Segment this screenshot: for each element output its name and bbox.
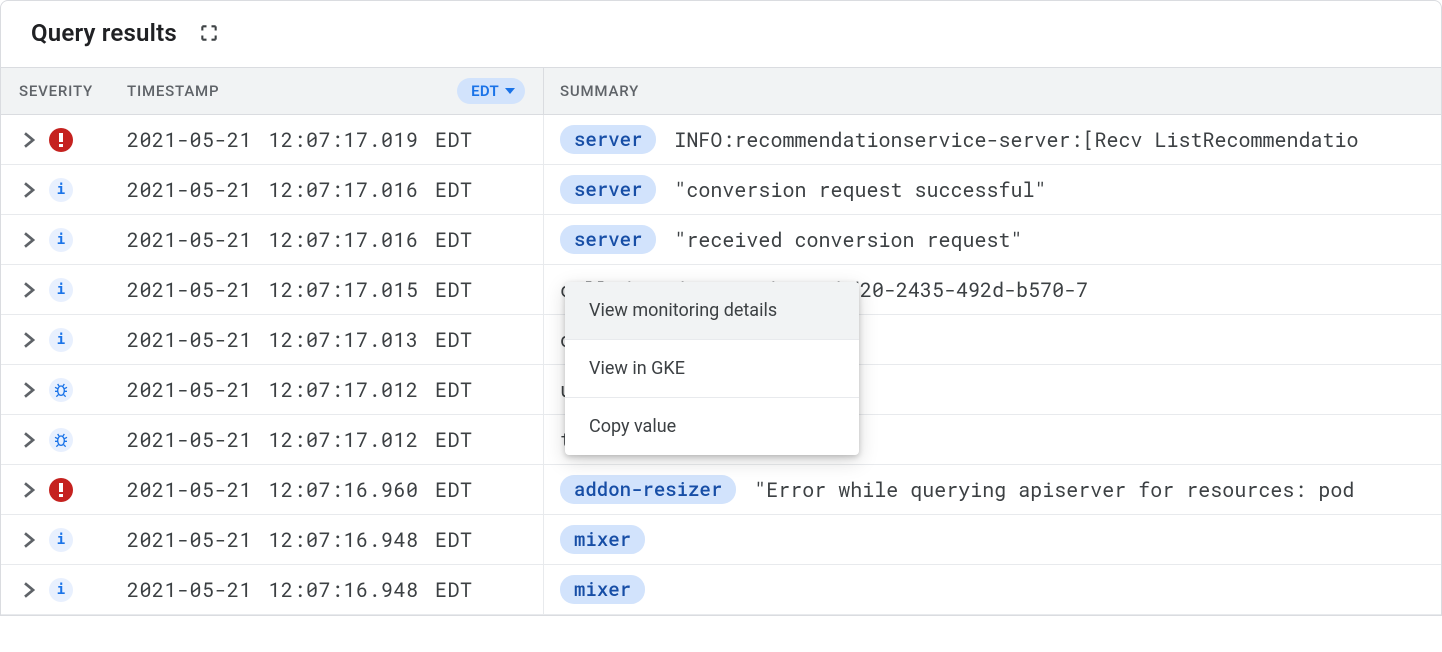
log-row[interactable]: i 2021-05-21 12:07:17.016 EDT server "recei… [1, 215, 1441, 265]
table-header: SEVERITY TIMESTAMP EDT SUMMARY [1, 67, 1441, 115]
expand-row-icon[interactable] [23, 482, 35, 498]
cell-timestamp: 2021-05-21 12:07:17.015 EDT [109, 265, 544, 314]
cell-timestamp: 2021-05-21 12:07:17.016 EDT [109, 215, 544, 264]
severity-debug-icon [49, 428, 73, 452]
menu-item-copy-value[interactable]: Copy value [565, 398, 859, 455]
severity-info-icon: i [49, 178, 73, 202]
col-header-severity[interactable]: SEVERITY [1, 82, 109, 100]
expand-row-icon[interactable] [23, 532, 35, 548]
context-menu: View monitoring details View in GKE Copy… [565, 282, 859, 455]
log-row[interactable]: 2021-05-21 12:07:16.960 EDTaddon-resizer… [1, 465, 1441, 515]
cell-timestamp: 2021-05-21 12:07:16.948 EDT [109, 565, 544, 614]
severity-error-icon [49, 478, 73, 502]
expand-row-icon[interactable] [23, 132, 35, 148]
cell-severity: i [1, 278, 109, 302]
severity-info-icon: i [49, 528, 73, 552]
log-message: INFO:recommendationservice-server:[Recv … [674, 127, 1358, 153]
panel-title: Query results [31, 19, 177, 47]
source-chip[interactable]: server [560, 175, 656, 204]
expand-row-icon[interactable] [23, 382, 35, 398]
chevron-down-icon [505, 88, 515, 94]
cell-severity [1, 478, 109, 502]
severity-info-icon: i [49, 278, 73, 302]
cell-summary: mixer [544, 515, 1441, 564]
panel-header: Query results [1, 1, 1441, 67]
cell-timestamp: 2021-05-21 12:07:16.960 EDT [109, 465, 544, 514]
col-header-summary[interactable]: SUMMARY [544, 68, 1441, 114]
cell-severity [1, 428, 109, 452]
cell-summary: server "received conversion request" [544, 215, 1441, 264]
source-chip[interactable]: server [560, 125, 656, 154]
expand-icon[interactable] [199, 23, 219, 43]
cell-severity: i [1, 578, 109, 602]
severity-debug-icon [49, 378, 73, 402]
cell-timestamp: 2021-05-21 12:07:17.016 EDT [109, 165, 544, 214]
menu-item-view-gke[interactable]: View in GKE [565, 340, 859, 398]
expand-row-icon[interactable] [23, 232, 35, 248]
cell-summary: server INFO:recommendationservice-server:… [544, 115, 1441, 164]
log-message: "conversion request successful" [674, 177, 1046, 203]
severity-error-icon [49, 128, 73, 152]
cell-summary: mixer [544, 565, 1441, 614]
timezone-chip[interactable]: EDT [457, 78, 525, 104]
source-chip[interactable]: addon-resizer [560, 475, 736, 504]
cell-severity [1, 128, 109, 152]
log-message: "Error while querying apiserver for reso… [754, 477, 1354, 503]
cell-severity [1, 378, 109, 402]
log-message: "received conversion request" [674, 227, 1022, 253]
severity-info-icon: i [49, 228, 73, 252]
cell-severity: i [1, 178, 109, 202]
cell-timestamp: 2021-05-21 12:07:17.012 EDT [109, 365, 544, 414]
cell-timestamp: 2021-05-21 12:07:17.013 EDT [109, 315, 544, 364]
col-header-timestamp: TIMESTAMP EDT [109, 68, 544, 114]
cell-summary: server "conversion request successful" [544, 165, 1441, 214]
cell-severity: i [1, 528, 109, 552]
timezone-label: EDT [471, 82, 499, 100]
severity-info-icon: i [49, 578, 73, 602]
cell-summary: addon-resizer "Error while querying apise… [544, 465, 1441, 514]
expand-row-icon[interactable] [23, 332, 35, 348]
cell-timestamp: 2021-05-21 12:07:17.012 EDT [109, 415, 544, 464]
severity-info-icon: i [49, 328, 73, 352]
expand-row-icon[interactable] [23, 282, 35, 298]
menu-item-view-monitoring[interactable]: View monitoring details [565, 282, 859, 340]
log-row[interactable]: i 2021-05-21 12:07:17.016 EDT server "conve… [1, 165, 1441, 215]
source-chip[interactable]: mixer [560, 575, 645, 604]
log-row[interactable]: i 2021-05-21 12:07:16.948 EDT mixer [1, 515, 1441, 565]
cell-severity: i [1, 328, 109, 352]
log-row[interactable]: i 2021-05-21 12:07:16.948 EDT mixer [1, 565, 1441, 615]
cell-timestamp: 2021-05-21 12:07:17.019 EDT [109, 115, 544, 164]
expand-row-icon[interactable] [23, 582, 35, 598]
source-chip[interactable]: server [560, 225, 656, 254]
col-header-timestamp-label[interactable]: TIMESTAMP [127, 82, 219, 100]
expand-row-icon[interactable] [23, 432, 35, 448]
expand-row-icon[interactable] [23, 182, 35, 198]
cell-severity: i [1, 228, 109, 252]
source-chip[interactable]: mixer [560, 525, 645, 554]
log-row[interactable]: 2021-05-21 12:07:17.019 EDT server INFO:re… [1, 115, 1441, 165]
cell-timestamp: 2021-05-21 12:07:16.948 EDT [109, 515, 544, 564]
